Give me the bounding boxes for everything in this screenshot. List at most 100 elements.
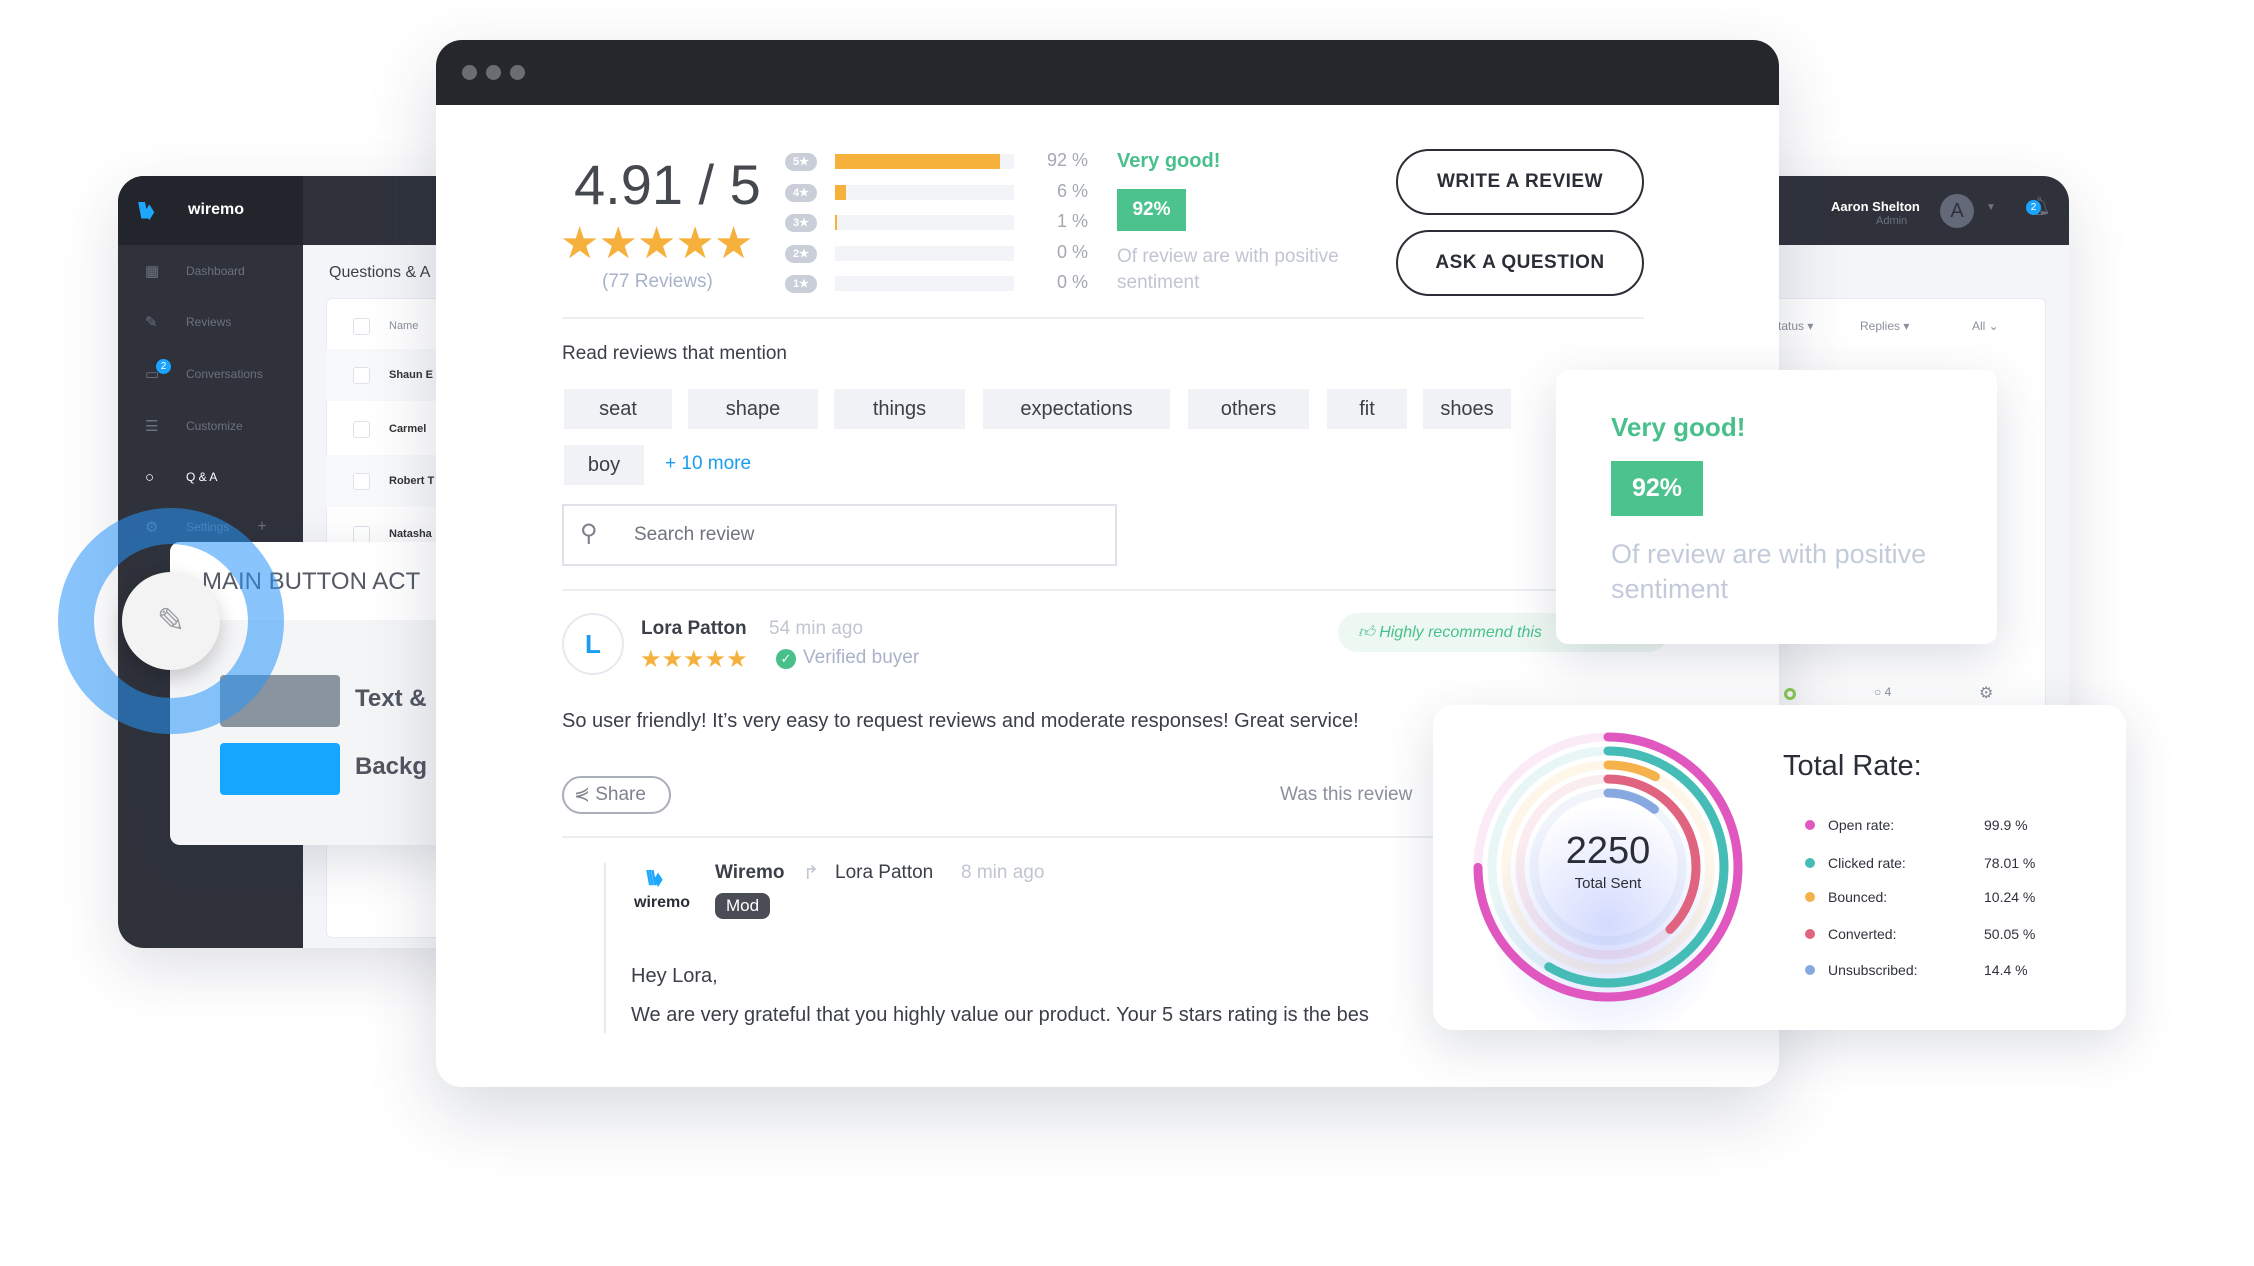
window-dot-icon[interactable] <box>462 65 477 80</box>
reply-arrow-icon: ↱ <box>803 863 819 884</box>
row-name: Shaun E <box>389 369 434 381</box>
distribution-bar[interactable] <box>835 215 1014 230</box>
tag-expectations[interactable]: expectations <box>983 389 1170 429</box>
legend-value: 99.9 % <box>1984 817 2028 833</box>
divider <box>562 589 1644 591</box>
sidebar-item-dashboard[interactable]: ▦ Dashboard <box>118 256 303 286</box>
legend-value: 78.01 % <box>1984 855 2036 871</box>
search-review-input[interactable]: ⚲ Search review <box>562 504 1117 566</box>
all-filter[interactable]: All ⌄ <box>1972 319 1999 333</box>
table-row[interactable]: Carmel <box>326 403 446 455</box>
more-tags-link[interactable]: + 10 more <box>665 453 751 475</box>
review-count: (77 Reviews) <box>602 271 713 292</box>
reply-brand: wiremo <box>634 894 691 911</box>
label: Q & A <box>186 470 218 484</box>
star-icon: ★ <box>683 646 705 673</box>
table-row[interactable]: Robert T <box>326 455 446 507</box>
distribution-bar[interactable] <box>835 276 1014 291</box>
write-review-button[interactable]: WRITE A REVIEW <box>1396 149 1644 215</box>
rating-stars: ★★★★★ <box>560 218 753 269</box>
star-level-label: 5★ <box>785 153 817 171</box>
status-filter[interactable]: tatus ▾ <box>1778 319 1813 333</box>
grid-icon: ▦ <box>145 263 160 280</box>
distribution-percent: 0 % <box>1056 272 1088 292</box>
sidebar-item-conversations[interactable]: ▭ Conversations <box>118 359 303 389</box>
caret-down-icon[interactable]: ▼ <box>1986 202 1996 213</box>
avatar[interactable]: A <box>1940 194 1974 228</box>
notification-badge: 2 <box>2026 200 2041 215</box>
tag-fit[interactable]: fit <box>1327 389 1407 429</box>
background-color-label: Backg <box>355 753 428 780</box>
sidebar-item-qa[interactable]: ○ Q & A <box>118 462 303 492</box>
review-time: 54 min ago <box>769 618 864 639</box>
row-checkbox[interactable] <box>353 420 370 438</box>
row-checkbox[interactable] <box>353 472 370 490</box>
text-color-label: Text & <box>355 685 427 712</box>
share-label: Share <box>595 784 646 805</box>
sidebar-logo: \\\⬧ wiremo <box>118 176 303 245</box>
mention-title: Read reviews that mention <box>562 343 787 364</box>
window-dot-icon[interactable] <box>510 65 525 80</box>
table-row[interactable]: Shaun E <box>326 349 446 401</box>
sentiment-percent: 92% <box>1117 189 1186 231</box>
user-name: Aaron Shelton <box>1831 199 1920 214</box>
gear-icon[interactable]: ⚙ <box>1979 683 1993 703</box>
select-all-checkbox[interactable] <box>353 317 370 335</box>
star-icon: ★ <box>661 646 684 673</box>
chart-title: Total Rate: <box>1783 750 1922 782</box>
ask-question-button[interactable]: ASK A QUESTION <box>1396 230 1644 296</box>
tag-seat[interactable]: seat <box>564 389 672 429</box>
legend-value: 14.4 % <box>1984 962 2028 978</box>
star-icon: ★ <box>598 219 637 268</box>
share-button[interactable]: ⋞ Share <box>562 776 671 814</box>
legend-item: Open rate: <box>1805 817 1894 833</box>
status-dot-icon <box>1784 688 1796 700</box>
legend-dot-icon <box>1805 892 1815 902</box>
window-dot-icon[interactable] <box>486 65 501 80</box>
eyedropper-button[interactable]: ✎ <box>122 572 220 670</box>
star-icon: ★ <box>560 219 599 268</box>
distribution-percent: 6 % <box>1056 180 1088 201</box>
legend-label: Converted: <box>1828 926 1897 942</box>
legend-label: Clicked rate: <box>1828 855 1906 871</box>
row-checkbox[interactable] <box>353 366 370 384</box>
search-icon: ⚲ <box>580 520 598 547</box>
row-checkbox[interactable] <box>353 525 370 543</box>
tag-shape[interactable]: shape <box>688 389 818 429</box>
reply-thread-line <box>604 863 606 1033</box>
replies-filter[interactable]: Replies ▾ <box>1860 319 1909 333</box>
page-title: Questions & A <box>329 264 431 281</box>
table-header: Name <box>326 300 446 352</box>
chat-icon: ▭ <box>145 366 160 383</box>
window-titlebar <box>436 40 1779 105</box>
distribution-bar[interactable] <box>835 245 1014 261</box>
sidebar-item-reviews[interactable]: ✎ Reviews <box>118 307 303 337</box>
background-color-swatch[interactable] <box>220 743 340 795</box>
tag-things[interactable]: things <box>834 389 965 429</box>
recommend-text: Highly recommend this <box>1379 624 1542 641</box>
distribution-percent: 92 % <box>1046 150 1088 170</box>
distribution-bar[interactable] <box>835 184 1014 200</box>
legend-value: 50.05 % <box>1984 926 2036 942</box>
star-icon: ★ <box>636 219 676 268</box>
comment-icon[interactable]: ○ 4 <box>1874 685 1891 699</box>
legend-dot-icon <box>1805 929 1815 939</box>
distribution-percent: 1 % <box>1056 211 1088 231</box>
legend-item: Clicked rate: <box>1805 855 1906 871</box>
label: Reviews <box>186 315 232 329</box>
row-name: Robert T <box>389 475 435 487</box>
tag-shoes[interactable]: shoes <box>1423 389 1511 429</box>
legend-label: Unsubscribed: <box>1828 962 1918 978</box>
tag-boy[interactable]: boy <box>564 445 644 485</box>
star-icon: ★ <box>726 646 748 673</box>
reviewer-name: Lora Patton <box>641 618 747 639</box>
center-label: Total Sent <box>1574 875 1642 892</box>
tag-others[interactable]: others <box>1188 389 1309 429</box>
distribution-bar[interactable] <box>835 154 1014 169</box>
add-icon[interactable]: + <box>257 518 266 536</box>
sentiment-card-text: Of review are with positive sentiment <box>1611 539 1927 604</box>
divider <box>562 317 1644 319</box>
sidebar-item-customize[interactable]: ☰ Customize <box>118 411 303 441</box>
column-name: Name <box>389 320 419 332</box>
sentiment-card-title: Very good! <box>1611 412 1746 442</box>
